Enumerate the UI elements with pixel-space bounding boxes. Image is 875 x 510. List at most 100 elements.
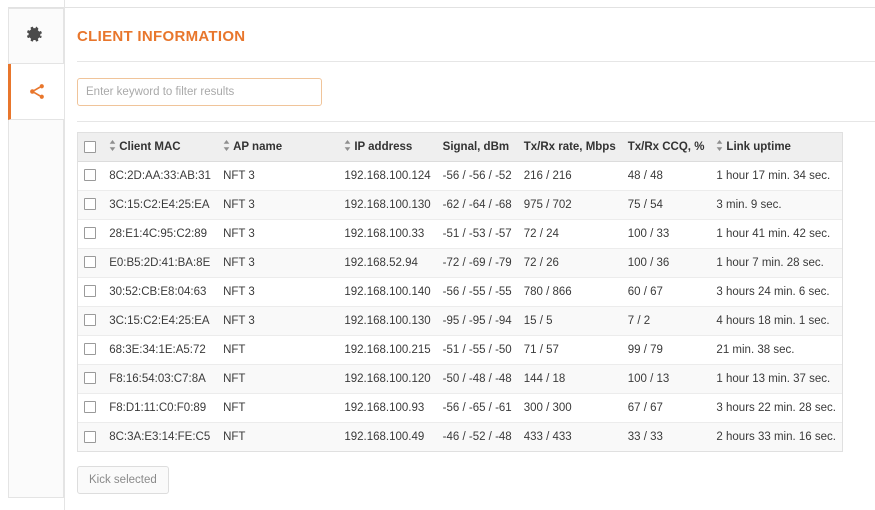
row-select-cell[interactable]	[78, 364, 103, 393]
cell-signal: -72 / -69 / -79	[437, 248, 518, 277]
cell-txrx-ccq: 100 / 33	[622, 219, 711, 248]
cell-txrx-ccq: 75 / 54	[622, 190, 711, 219]
table-row[interactable]: 68:3E:34:1E:A5:72NFT192.168.100.215-51 /…	[78, 335, 842, 364]
sort-arrows-icon	[223, 140, 230, 151]
main-content: CLIENT INFORMATION Client MAC	[64, 0, 875, 510]
cell-ap-name: NFT 3	[217, 306, 338, 335]
row-select-cell[interactable]	[78, 422, 103, 451]
cell-ap-name: NFT 3	[217, 248, 338, 277]
column-header-select-all[interactable]	[78, 133, 103, 161]
cell-link-uptime: 1 hour 17 min. 34 sec.	[710, 161, 842, 190]
row-select-cell[interactable]	[78, 393, 103, 422]
row-checkbox[interactable]	[84, 198, 96, 210]
cell-link-uptime: 2 hours 33 min. 16 sec.	[710, 422, 842, 451]
row-checkbox[interactable]	[84, 285, 96, 297]
table-row[interactable]: 3C:15:C2:E4:25:EANFT 3192.168.100.130-62…	[78, 190, 842, 219]
cell-signal: -56 / -65 / -61	[437, 393, 518, 422]
cell-link-uptime: 3 hours 22 min. 28 sec.	[710, 393, 842, 422]
table-row[interactable]: F8:D1:11:C0:F0:89NFT192.168.100.93-56 / …	[78, 393, 842, 422]
cell-txrx-rate: 433 / 433	[518, 422, 622, 451]
row-select-cell[interactable]	[78, 277, 103, 306]
row-select-cell[interactable]	[78, 219, 103, 248]
table-header: Client MAC AP name IP address	[78, 133, 842, 161]
cell-signal: -62 / -64 / -68	[437, 190, 518, 219]
sidebar-item-settings[interactable]	[8, 8, 64, 64]
sort-arrows-icon	[344, 140, 351, 151]
row-checkbox[interactable]	[84, 343, 96, 355]
cell-ap-name: NFT 3	[217, 219, 338, 248]
column-label: Signal, dBm	[443, 141, 509, 153]
cell-ip-address: 192.168.100.33	[338, 219, 436, 248]
sort-arrows-icon	[716, 140, 723, 151]
cell-ap-name: NFT	[217, 364, 338, 393]
column-header-ap-name[interactable]: AP name	[217, 133, 338, 161]
cell-client-mac: 30:52:CB:E8:04:63	[103, 277, 217, 306]
cell-signal: -95 / -95 / -94	[437, 306, 518, 335]
row-checkbox[interactable]	[84, 256, 96, 268]
client-table: Client MAC AP name IP address	[78, 133, 842, 451]
cell-ap-name: NFT 3	[217, 190, 338, 219]
sidebar-item-network-share[interactable]	[8, 64, 64, 120]
cell-link-uptime: 1 hour 7 min. 28 sec.	[710, 248, 842, 277]
table-row[interactable]: 8C:3A:E3:14:FE:C5NFT192.168.100.49-46 / …	[78, 422, 842, 451]
table-actions: Kick selected	[65, 452, 875, 494]
sidebar-rail	[8, 0, 64, 510]
row-select-cell[interactable]	[78, 161, 103, 190]
row-checkbox[interactable]	[84, 431, 96, 443]
cell-ip-address: 192.168.100.124	[338, 161, 436, 190]
cell-txrx-rate: 780 / 866	[518, 277, 622, 306]
column-label: Tx/Rx rate, Mbps	[524, 141, 616, 153]
row-select-cell[interactable]	[78, 306, 103, 335]
cell-signal: -51 / -55 / -50	[437, 335, 518, 364]
cell-ap-name: NFT	[217, 393, 338, 422]
cell-txrx-rate: 975 / 702	[518, 190, 622, 219]
column-label: Client MAC	[119, 141, 180, 153]
cell-txrx-ccq: 48 / 48	[622, 161, 711, 190]
sort-arrows-icon	[109, 140, 116, 151]
table-row[interactable]: 3C:15:C2:E4:25:EANFT 3192.168.100.130-95…	[78, 306, 842, 335]
cell-client-mac: 68:3E:34:1E:A5:72	[103, 335, 217, 364]
share-nodes-icon	[28, 82, 48, 102]
column-header-client-mac[interactable]: Client MAC	[103, 133, 217, 161]
table-row[interactable]: E0:B5:2D:41:BA:8ENFT 3192.168.52.94-72 /…	[78, 248, 842, 277]
filter-divider	[77, 121, 875, 122]
cell-ip-address: 192.168.100.93	[338, 393, 436, 422]
table-row[interactable]: 30:52:CB:E8:04:63NFT 3192.168.100.140-56…	[78, 277, 842, 306]
cell-signal: -51 / -53 / -57	[437, 219, 518, 248]
select-all-checkbox[interactable]	[84, 141, 96, 153]
row-checkbox[interactable]	[84, 227, 96, 239]
cell-ap-name: NFT 3	[217, 161, 338, 190]
row-checkbox[interactable]	[84, 372, 96, 384]
cell-ap-name: NFT 3	[217, 277, 338, 306]
cell-txrx-rate: 144 / 18	[518, 364, 622, 393]
row-select-cell[interactable]	[78, 248, 103, 277]
row-checkbox[interactable]	[84, 314, 96, 326]
cell-ip-address: 192.168.100.120	[338, 364, 436, 393]
column-header-link-uptime[interactable]: Link uptime	[710, 133, 842, 161]
search-input[interactable]	[77, 78, 322, 106]
cell-signal: -56 / -56 / -52	[437, 161, 518, 190]
client-information-page: CLIENT INFORMATION Client MAC	[0, 0, 875, 510]
cell-txrx-rate: 216 / 216	[518, 161, 622, 190]
cell-client-mac: 3C:15:C2:E4:25:EA	[103, 306, 217, 335]
kick-selected-button[interactable]: Kick selected	[77, 466, 169, 494]
cell-client-mac: 3C:15:C2:E4:25:EA	[103, 190, 217, 219]
column-header-ip-address[interactable]: IP address	[338, 133, 436, 161]
cell-txrx-ccq: 100 / 36	[622, 248, 711, 277]
cell-client-mac: E0:B5:2D:41:BA:8E	[103, 248, 217, 277]
table-row[interactable]: F8:16:54:03:C7:8ANFT192.168.100.120-50 /…	[78, 364, 842, 393]
row-select-cell[interactable]	[78, 335, 103, 364]
row-select-cell[interactable]	[78, 190, 103, 219]
cell-client-mac: 8C:2D:AA:33:AB:31	[103, 161, 217, 190]
row-checkbox[interactable]	[84, 169, 96, 181]
table-row[interactable]: 8C:2D:AA:33:AB:31NFT 3192.168.100.124-56…	[78, 161, 842, 190]
client-table-container: Client MAC AP name IP address	[77, 132, 843, 452]
cell-txrx-ccq: 33 / 33	[622, 422, 711, 451]
filter-bar	[65, 62, 875, 106]
row-checkbox[interactable]	[84, 401, 96, 413]
cell-link-uptime: 3 hours 24 min. 6 sec.	[710, 277, 842, 306]
cell-client-mac: F8:16:54:03:C7:8A	[103, 364, 217, 393]
table-row[interactable]: 28:E1:4C:95:C2:89NFT 3192.168.100.33-51 …	[78, 219, 842, 248]
cell-ip-address: 192.168.100.215	[338, 335, 436, 364]
cell-link-uptime: 1 hour 41 min. 42 sec.	[710, 219, 842, 248]
